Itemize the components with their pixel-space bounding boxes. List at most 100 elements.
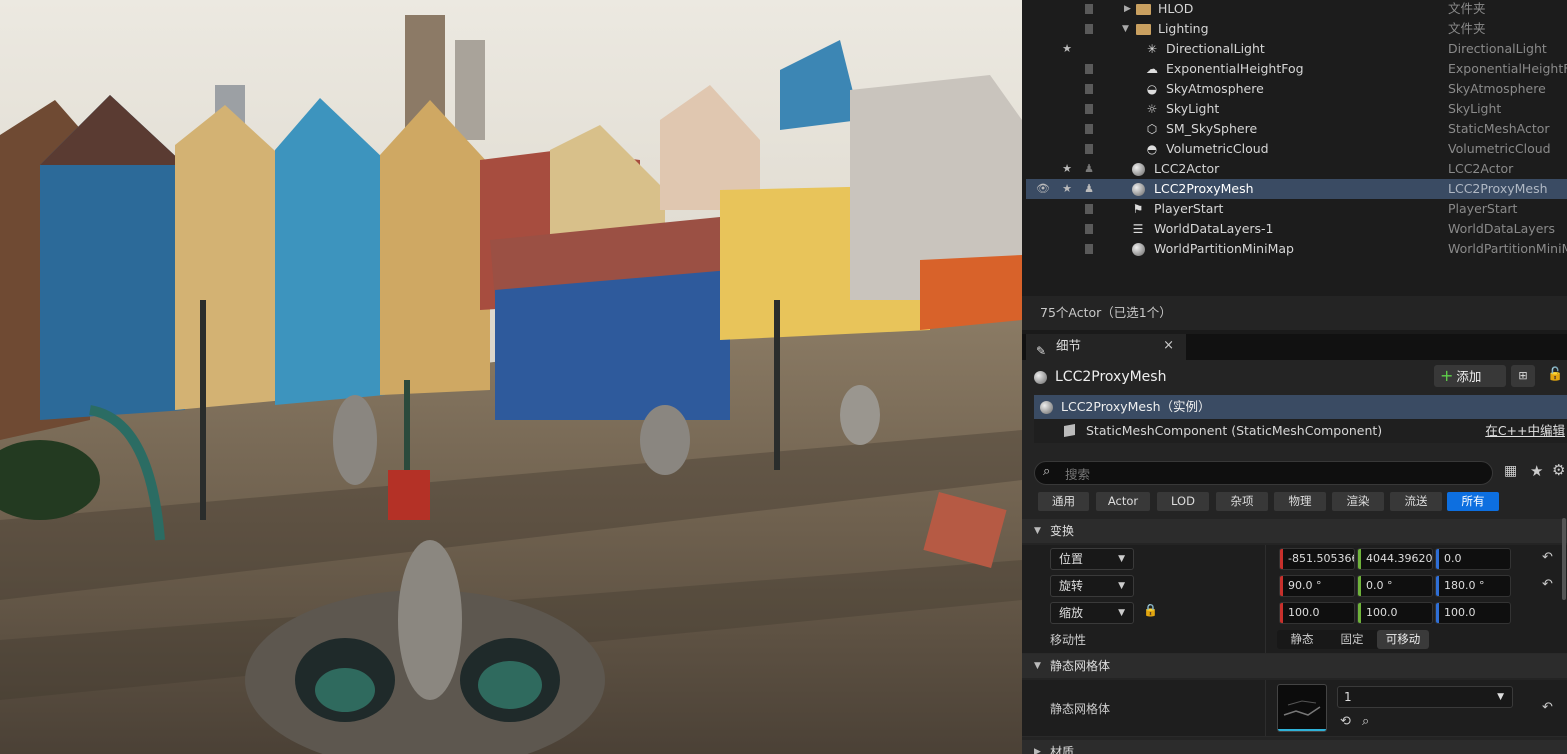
section-transform[interactable]: ▼ 变换 xyxy=(1022,519,1567,543)
doc-icon xyxy=(1082,139,1096,161)
static-mesh-label: 静态网格体 xyxy=(1050,702,1111,716)
filter-actor[interactable]: Actor xyxy=(1096,492,1150,511)
browse-asset-icon[interactable]: ⌕ xyxy=(1362,714,1369,729)
doc-icon xyxy=(1082,59,1096,81)
outliner-row-skyatmosphere[interactable]: ◒ SkyAtmosphere SkyAtmosphere xyxy=(1026,79,1567,99)
pin-icon[interactable]: ♟ xyxy=(1082,159,1096,179)
value: 0.0 ° xyxy=(1366,579,1393,592)
doc-icon xyxy=(1082,239,1096,261)
location-z-field[interactable]: 0.0 xyxy=(1435,548,1511,570)
instance-row[interactable]: LCC2ProxyMesh（实例） xyxy=(1034,395,1567,419)
component-row[interactable]: StaticMeshComponent (StaticMeshComponent… xyxy=(1034,419,1567,443)
outliner-row-lcc2actor[interactable]: ★ ♟ LCC2Actor LCC2Actor xyxy=(1026,159,1567,179)
rotation-row: 旋转 ▼ 90.0 ° 0.0 ° 180.0 ° ↶ xyxy=(1022,572,1567,600)
outliner-row-worldpartitionminimap[interactable]: WorldPartitionMiniMap WorldPartitionMini… xyxy=(1026,239,1567,259)
tab-details[interactable]: ✎ 细节 × xyxy=(1026,334,1186,360)
static-mesh-value: 1 xyxy=(1344,690,1352,704)
collapse-arrow-icon[interactable]: ▼ xyxy=(1122,19,1129,39)
outliner-row-worlddatalayers[interactable]: ☰ WorldDataLayers-1 WorldDataLayers xyxy=(1026,219,1567,239)
location-dropdown[interactable]: 位置 ▼ xyxy=(1050,548,1134,570)
reset-arrow-icon[interactable]: ↶ xyxy=(1542,700,1553,715)
section-materials[interactable]: ▶ 材质 xyxy=(1022,740,1567,754)
search-input[interactable]: 搜索 xyxy=(1065,464,1090,483)
gear-icon[interactable]: ⚙ xyxy=(1552,461,1565,479)
static-mesh-row: 静态网格体 1 ▼ ⟲ ⌕ ↶ xyxy=(1022,680,1567,737)
static-mesh-dropdown[interactable]: 1 ▼ xyxy=(1337,686,1513,708)
rotation-z-field[interactable]: 180.0 ° xyxy=(1435,575,1511,597)
chevron-down-icon: ▼ xyxy=(1034,661,1041,671)
filter-physics[interactable]: 物理 xyxy=(1274,492,1326,511)
favorites-star-icon[interactable]: ★ xyxy=(1530,462,1543,480)
rotation-x-field[interactable]: 90.0 ° xyxy=(1279,575,1355,597)
instance-label: LCC2ProxyMesh（实例） xyxy=(1061,399,1211,414)
outliner-row-lighting[interactable]: ▼ Lighting 文件夹 xyxy=(1026,19,1567,39)
outliner-row-directionallight[interactable]: ★ ✳ DirectionalLight DirectionalLight xyxy=(1026,39,1567,59)
outliner-row-playerstart[interactable]: ⚑ PlayerStart PlayerStart xyxy=(1026,199,1567,219)
outliner-item-type: WorldPartitionMiniMap xyxy=(1448,241,1567,256)
chevron-down-icon: ▼ xyxy=(1118,581,1125,591)
filter-streaming[interactable]: 流送 xyxy=(1390,492,1442,511)
favorite-star-icon[interactable]: ★ xyxy=(1060,159,1074,179)
section-static-mesh[interactable]: ▼ 静态网格体 xyxy=(1022,654,1567,678)
mobility-movable[interactable]: 可移动 xyxy=(1377,630,1429,649)
mobility-stationary[interactable]: 固定 xyxy=(1327,630,1377,649)
table-view-icon[interactable]: ▦ xyxy=(1504,463,1517,479)
outliner-row-lcc2proxymesh[interactable]: 👁 ★ ♟ LCC2ProxyMesh LCC2ProxyMesh xyxy=(1026,179,1567,199)
outliner-item-name: SkyLight xyxy=(1166,101,1220,116)
mobility-row: 移动性 静态 固定 可移动 xyxy=(1022,626,1567,654)
filter-misc[interactable]: 杂项 xyxy=(1216,492,1268,511)
value: 100.0 xyxy=(1366,606,1398,619)
expand-arrow-icon[interactable]: ▶ xyxy=(1124,0,1131,19)
scale-z-field[interactable]: 100.0 xyxy=(1435,602,1511,624)
use-selected-asset-icon[interactable]: ⟲ xyxy=(1340,714,1351,729)
outliner-item-name: Lighting xyxy=(1158,21,1209,36)
plus-icon: + xyxy=(1440,366,1454,385)
outliner-row-exponentialheightfog[interactable]: ☁ ExponentialHeightFog ExponentialHeight… xyxy=(1026,59,1567,79)
location-y-field[interactable]: 4044.396209 xyxy=(1357,548,1433,570)
rotation-dropdown[interactable]: 旋转 ▼ xyxy=(1050,575,1134,597)
outliner-row-volumetriccloud[interactable]: ◓ VolumetricCloud VolumetricCloud xyxy=(1026,139,1567,159)
favorite-star-icon[interactable]: ★ xyxy=(1060,179,1074,199)
edit-in-cpp-link[interactable]: 在C++中编辑 xyxy=(1485,419,1565,443)
lock-icon[interactable]: 🔒 xyxy=(1143,603,1158,617)
mobility-static[interactable]: 静态 xyxy=(1277,630,1327,649)
outliner-item-type: LCC2Actor xyxy=(1448,161,1514,176)
scale-y-field[interactable]: 100.0 xyxy=(1357,602,1433,624)
outliner-row-sm-skysphere[interactable]: ⬡ SM_SkySphere StaticMeshActor xyxy=(1026,119,1567,139)
outliner-item-name: DirectionalLight xyxy=(1166,41,1265,56)
filter-lod[interactable]: LOD xyxy=(1157,492,1209,511)
editor-side-panel: ▶ HLOD 文件夹 ▼ Lighting 文件夹 ★ ✳ Directiona… xyxy=(1022,0,1567,754)
favorite-star-icon[interactable]: ★ xyxy=(1060,39,1074,59)
blueprint-button[interactable]: ⊞ xyxy=(1511,365,1535,387)
rotation-y-field[interactable]: 0.0 ° xyxy=(1357,575,1433,597)
outliner-row-skylight[interactable]: ☼ SkyLight SkyLight xyxy=(1026,99,1567,119)
details-scrollbar[interactable] xyxy=(1562,518,1566,600)
visibility-eye-icon[interactable]: 👁 xyxy=(1036,179,1050,199)
add-component-button[interactable]: + 添加 xyxy=(1434,365,1506,387)
outliner-item-type: ExponentialHeightFog xyxy=(1448,61,1567,76)
filter-all[interactable]: 所有 xyxy=(1447,492,1499,511)
filter-general[interactable]: 通用 xyxy=(1038,492,1089,511)
value: 180.0 ° xyxy=(1444,579,1485,592)
outliner-row-hlod[interactable]: ▶ HLOD 文件夹 xyxy=(1026,0,1567,19)
level-viewport[interactable] xyxy=(0,0,1022,754)
pin-icon[interactable]: ♟ xyxy=(1082,179,1096,199)
close-icon[interactable]: × xyxy=(1163,334,1174,358)
scale-row: 缩放 ▼ 🔒 100.0 100.0 100.0 xyxy=(1022,599,1567,627)
scale-dropdown[interactable]: 缩放 ▼ xyxy=(1050,602,1134,624)
reset-arrow-icon[interactable]: ↶ xyxy=(1542,577,1553,592)
filter-rendering[interactable]: 渲染 xyxy=(1332,492,1384,511)
outliner-item-name: WorldPartitionMiniMap xyxy=(1154,241,1294,256)
actor-sphere-icon xyxy=(1034,370,1047,384)
folder-open-icon xyxy=(1136,24,1151,35)
viewport-scene xyxy=(0,0,1022,754)
static-mesh-thumbnail[interactable] xyxy=(1277,684,1327,732)
scale-x-field[interactable]: 100.0 xyxy=(1279,602,1355,624)
outliner-item-type: SkyLight xyxy=(1448,101,1502,116)
reset-arrow-icon[interactable]: ↶ xyxy=(1542,550,1553,565)
lock-icon[interactable]: 🔓 xyxy=(1547,367,1563,382)
sky-atmosphere-icon: ◒ xyxy=(1146,82,1158,96)
details-search[interactable]: ⌕ 搜索 xyxy=(1034,461,1493,485)
value: -851.505366 xyxy=(1288,552,1355,565)
location-x-field[interactable]: -851.505366 xyxy=(1279,548,1355,570)
